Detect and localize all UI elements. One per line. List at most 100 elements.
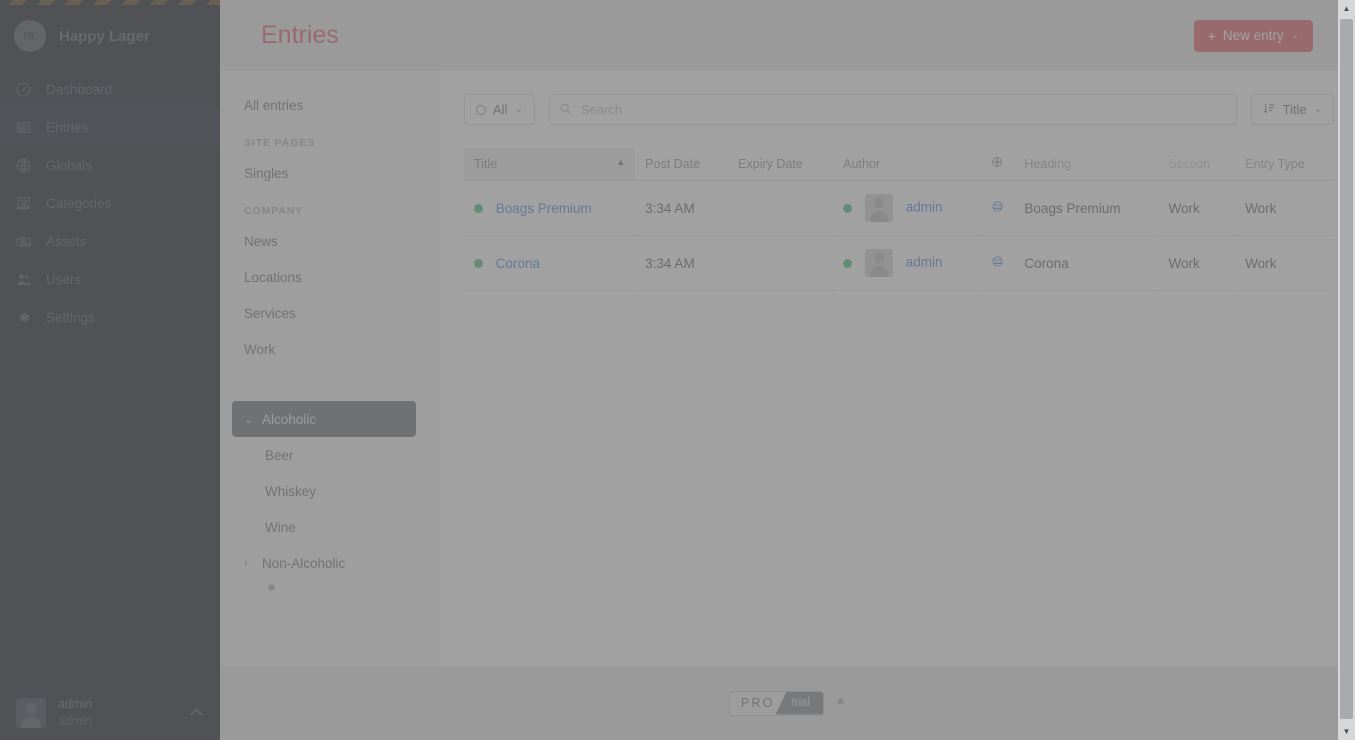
table-head: Title ▲ Post Date Expiry Date Author Hea… [464,148,1334,181]
sidebar-item-label: Singles [244,165,289,181]
craft-admin-app: HL Happy Lager Dashboard Entries Globals… [0,0,1355,740]
column-header-heading[interactable]: Heading [1014,148,1159,181]
toolbar: All ⌄ Search Title ⌄ [464,94,1334,125]
sidebar-item-label: Globals [46,157,92,173]
column-header-section[interactable]: Section [1158,148,1236,181]
entry-title-link[interactable]: Corona [496,256,540,271]
status-ring-icon [476,104,486,115]
sidebar-item-wine[interactable]: Wine [220,509,440,545]
chevron-up-icon[interactable] [189,705,204,720]
entries-table: Title ▲ Post Date Expiry Date Author Hea… [464,148,1334,291]
cell-section: Work [1158,235,1236,291]
column-header-post-date[interactable]: Post Date [635,148,729,181]
sidebar-item-settings[interactable]: Settings [0,298,220,336]
users-icon [14,270,32,288]
sort-button[interactable]: Title ⌄ [1250,94,1334,125]
avatar [16,697,46,728]
chevron-right-icon[interactable]: › [244,557,256,569]
cell-title: Boags Premium [464,180,636,236]
sidebar-item-globals[interactable]: Globals [0,146,220,184]
plus-icon: + [1207,27,1216,44]
cell-post-date: 3:34 AM [635,180,729,236]
gear-icon[interactable] [833,695,846,711]
column-header-expiry-date[interactable]: Expiry Date [728,148,834,181]
sidebar-item-locations[interactable]: Locations [220,259,440,295]
sidebar-item-beer[interactable]: Beer [220,437,440,473]
global-sidebar: HL Happy Lager Dashboard Entries Globals… [0,0,220,740]
sidebar-item-label: All entries [244,97,304,113]
column-header-entry-type[interactable]: Entry Type [1235,148,1334,181]
author-link[interactable]: admin [906,255,943,270]
scroll-down-arrow-icon[interactable]: ▼ [1338,723,1355,740]
sidebar-item-label: Categories [46,195,112,211]
globe-icon [991,201,1004,216]
edition-status: trial [775,691,824,715]
sidebar-item-label: Alcoholic [262,411,317,427]
body-row: All entries SITE PAGES Singles COMPANY N… [220,71,1355,666]
cell-entry-type: Work [1235,235,1334,291]
status-filter-button[interactable]: All ⌄ [464,94,535,125]
chevron-down-icon[interactable]: ⌄ [244,413,256,426]
sidebar-item-label: Whiskey [265,483,317,499]
sidebar-item-services[interactable]: Services [220,295,440,331]
account-text: admin admin [58,696,177,729]
account-menu[interactable]: admin admin [0,684,220,740]
author-link[interactable]: admin [906,200,943,215]
sidebar-item-users[interactable]: Users [0,260,220,298]
scroll-up-arrow-icon[interactable]: ▲ [1338,0,1355,17]
sidebar-item-all-entries[interactable]: All entries [220,87,440,123]
sidebar-item-label: Work [244,341,276,357]
author-status-badge [843,203,853,213]
sidebar-item-news[interactable]: News [220,223,440,259]
sidebar-item-work[interactable]: Work [220,331,440,367]
site-header[interactable]: HL Happy Lager [0,5,220,67]
sidebar-item-singles[interactable]: Singles [220,155,440,191]
column-header-site[interactable] [981,148,1015,181]
sort-icon [1263,102,1276,118]
archive-icon [14,194,32,212]
column-header-author[interactable]: Author [833,148,982,181]
vertical-scrollbar[interactable]: ▲ ▼ [1338,0,1355,740]
sidebar-item-entries[interactable]: Entries [0,108,220,146]
group-heading-site-pages: SITE PAGES [244,137,316,149]
entries-table-wrapper: Title ▲ Post Date Expiry Date Author Hea… [464,148,1334,291]
sidebar-item-label: Settings [46,309,95,325]
gauge-icon [14,80,32,98]
cell-post-date: 3:34 AM [635,235,729,291]
sidebar-item-whiskey[interactable]: Whiskey [220,473,440,509]
sidebar-item-dashboard[interactable]: Dashboard [0,70,220,108]
photos-icon [14,232,32,250]
gear-icon[interactable] [220,581,440,681]
edition-badge[interactable]: PRO trial [728,690,825,716]
column-header-title[interactable]: Title ▲ [464,148,636,181]
account-name: admin [58,697,93,712]
section-list: All entries SITE PAGES Singles COMPANY N… [220,87,440,581]
account-username: admin [58,713,93,728]
edition-name: PRO [740,696,775,710]
cell-site [981,235,1015,291]
main-region: Entries + New entry ⌄ All entries SITE P… [220,0,1355,740]
table-row[interactable]: Boags Premium 3:34 AM admin Boags Premiu… [464,180,1334,236]
cell-author: admin [833,180,982,236]
sidebar-item-label: Assets [46,233,87,249]
sidebar-item-label: Entries [46,119,89,135]
sort-label: Title [1282,102,1307,117]
cell-title: Corona [464,235,636,291]
scrollbar-thumb[interactable] [1340,19,1353,719]
search-wrapper [548,94,1237,125]
sidebar-item-categories[interactable]: Categories [0,184,220,222]
globe-icon [14,156,32,174]
sidebar-item-assets[interactable]: Assets [0,222,220,260]
search-input[interactable] [548,94,1237,125]
new-entry-button[interactable]: + New entry ⌄ [1193,19,1313,52]
cell-expiry-date [728,235,834,291]
status-filter-label: All [493,102,508,117]
cell-author: admin [833,235,982,291]
cell-expiry-date [728,180,834,236]
table-row[interactable]: Corona 3:34 AM admin Corona Work Work [464,235,1334,291]
site-logo: HL [14,20,46,52]
sidebar-item-alcoholic[interactable]: ⌄ Alcoholic [232,401,416,437]
sidebar-item-non-alcoholic[interactable]: › Non-Alcoholic [220,545,440,581]
sidebar-item-label: Services [244,305,296,321]
entry-title-link[interactable]: Boags Premium [496,201,592,216]
